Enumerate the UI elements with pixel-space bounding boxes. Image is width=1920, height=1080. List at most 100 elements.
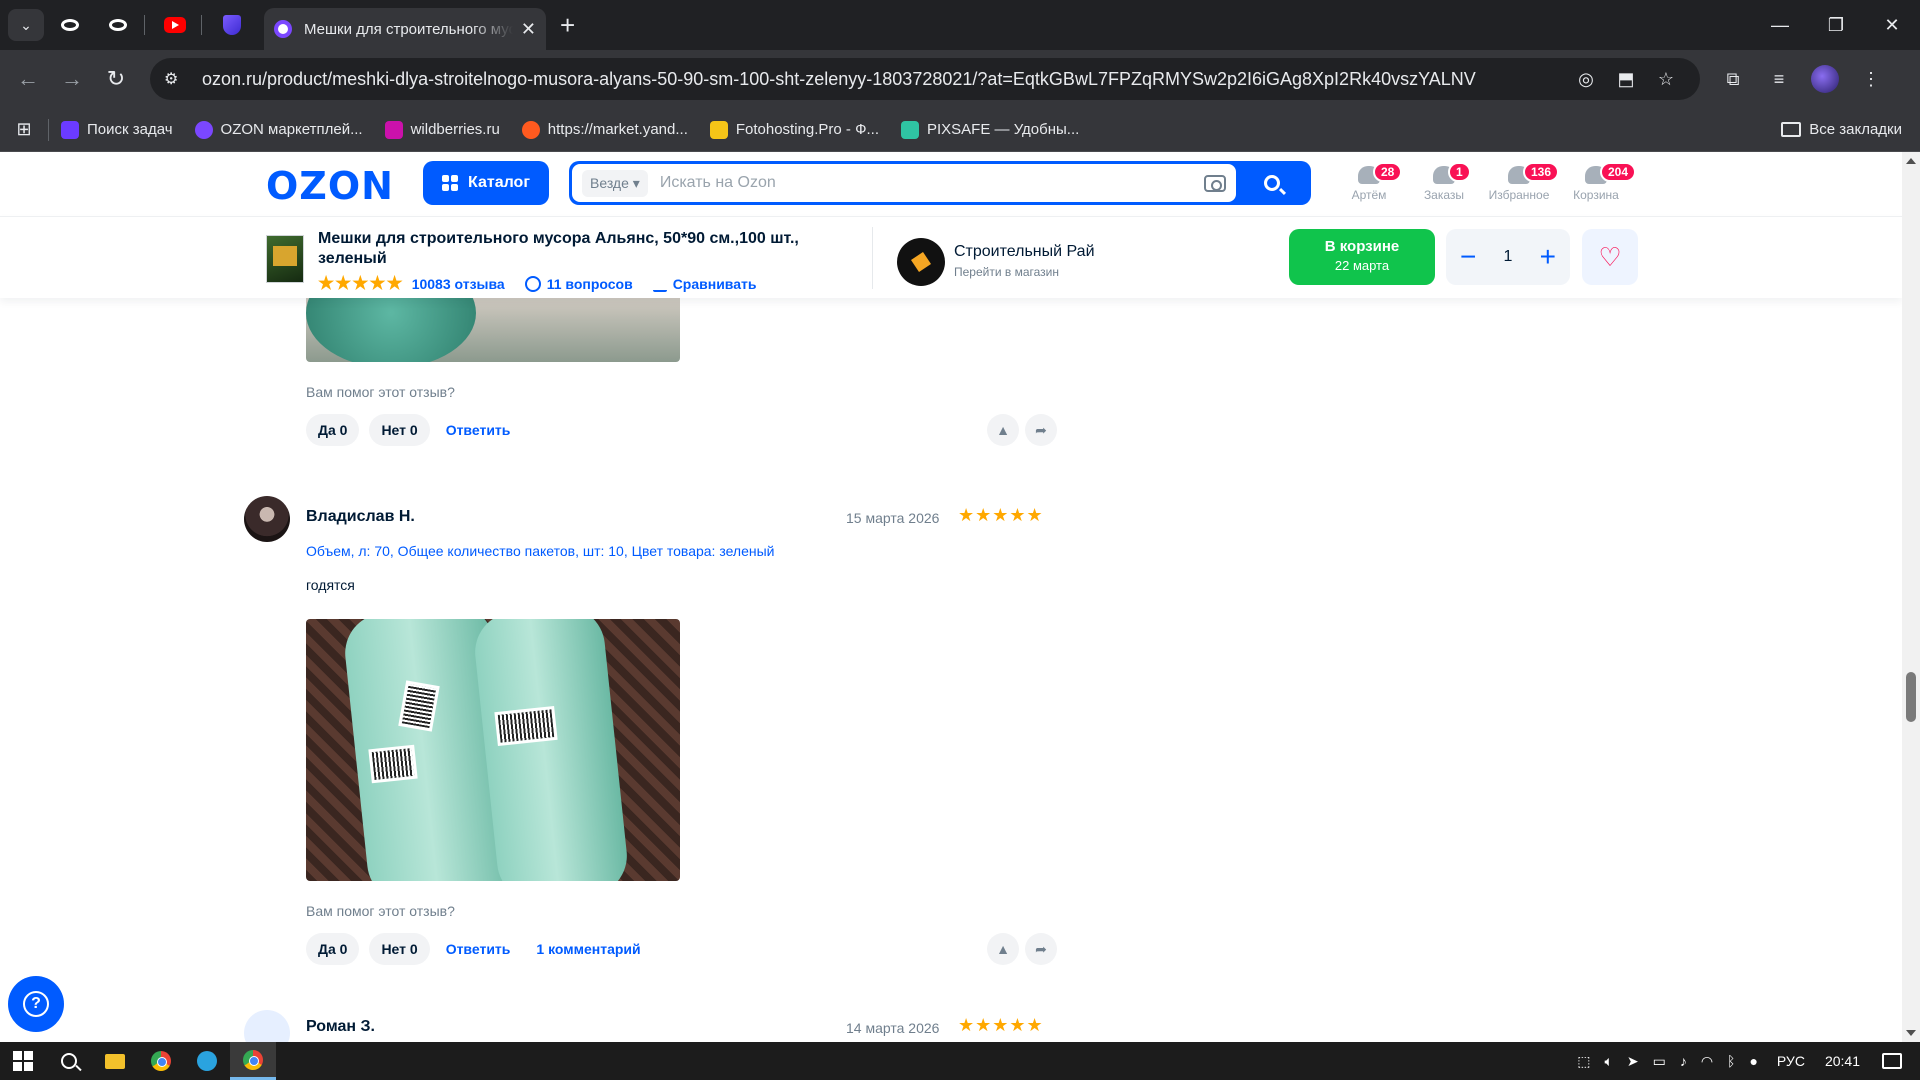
shop-link[interactable]: Перейти в магазин [954, 265, 1059, 279]
bluetooth-icon[interactable]: ᛒ [1727, 1053, 1735, 1069]
helpful-question: Вам помог этот отзыв? [306, 903, 455, 919]
search-icon [1264, 175, 1280, 191]
taskbar-chrome-active[interactable] [230, 1042, 276, 1080]
reply-button[interactable]: Ответить [446, 941, 511, 957]
taskbar-explorer[interactable] [92, 1042, 138, 1080]
review-photo[interactable] [306, 298, 680, 362]
close-tab-icon[interactable]: ✕ [521, 19, 536, 40]
notifications-icon[interactable] [1882, 1053, 1902, 1069]
vote-no-button[interactable]: Нет 0 [369, 414, 430, 446]
chrome-icon [151, 1051, 171, 1071]
media-controls-icon[interactable]: ≡ [1756, 69, 1802, 90]
help-button[interactable]: ? [8, 976, 64, 1032]
vote-no-button[interactable]: Нет 0 [369, 933, 430, 965]
header-orders[interactable]: 1 Заказы [1408, 162, 1480, 202]
header-cart[interactable]: 204 Корзина [1560, 162, 1637, 202]
site-header: OZON Каталог Везде ▾ 28 Артём 1 Заказы 1… [0, 152, 1902, 216]
eye-off-icon[interactable]: ◎ [1566, 69, 1606, 90]
install-app-icon[interactable]: ⬒ [1606, 69, 1646, 90]
pinned-tab-4[interactable] [210, 8, 254, 42]
profile-badge: 28 [1373, 162, 1403, 182]
share-icon[interactable]: ➦ [1025, 414, 1057, 446]
shop-logo[interactable] [897, 238, 945, 286]
decrease-button[interactable]: − [1460, 241, 1476, 273]
all-bookmarks-button[interactable]: Все закладки [1781, 121, 1902, 138]
more-menu-icon[interactable]: ⋮ [1848, 69, 1894, 90]
bookmark-item[interactable]: Fotohosting.Pro - Ф... [709, 120, 879, 139]
forward-button[interactable]: → [50, 59, 94, 99]
bookmark-item[interactable]: https://market.yand... [521, 120, 688, 139]
questions-link[interactable]: 11 вопросов [547, 276, 633, 292]
in-cart-button[interactable]: В корзине 22 марта [1289, 229, 1435, 285]
ozon-logo[interactable]: OZON [266, 164, 394, 208]
taskbar-telegram[interactable] [184, 1042, 230, 1080]
review-photo[interactable] [306, 619, 680, 881]
product-thumbnail[interactable] [266, 235, 304, 283]
favorites-badge: 136 [1523, 162, 1560, 182]
increase-button[interactable]: + [1540, 241, 1556, 273]
scroll-up-arrow-icon[interactable] [1906, 158, 1916, 164]
screen-snip-icon[interactable]: ⬚ [1577, 1053, 1590, 1070]
catalog-button[interactable]: Каталог [423, 161, 549, 205]
reply-button[interactable]: Ответить [446, 422, 511, 438]
profile-avatar-icon[interactable] [1811, 65, 1839, 93]
speaker-icon[interactable]: ♪ [1680, 1053, 1687, 1069]
folder-icon [1781, 122, 1802, 137]
bookmark-item[interactable]: PIXSAFE — Удобны... [901, 120, 1079, 139]
header-profile[interactable]: 28 Артём [1333, 162, 1405, 202]
avatar [244, 1010, 290, 1042]
bookmark-item[interactable]: wildberries.ru [384, 120, 500, 139]
bookmark-star-icon[interactable]: ☆ [1646, 69, 1686, 90]
address-bar[interactable]: ⚙ ozon.ru/product/meshki-dlya-stroitelno… [150, 58, 1700, 100]
telegram-tray-icon[interactable]: ➤ [1627, 1053, 1639, 1070]
volume-icon[interactable]: 🔈︎ [1604, 1053, 1612, 1070]
review-variant[interactable]: Объем, л: 70, Общее количество пакетов, … [306, 543, 775, 559]
bookmark-item[interactable]: Поиск задач [61, 120, 173, 139]
report-icon[interactable]: ▲ [987, 933, 1019, 965]
maximize-button[interactable]: ❐ [1808, 0, 1864, 50]
divider [872, 227, 873, 289]
site-settings-icon[interactable]: ⚙ [164, 69, 190, 89]
chrome-tray-icon[interactable]: ● [1749, 1053, 1757, 1069]
language-indicator[interactable]: РУС [1777, 1053, 1805, 1069]
scrollbar-thumb[interactable] [1906, 672, 1916, 722]
reload-button[interactable]: ↻ [94, 59, 138, 99]
cart-badge: 204 [1600, 162, 1637, 182]
minimize-button[interactable]: — [1752, 0, 1808, 50]
clock[interactable]: 20:41 [1825, 1053, 1860, 1069]
search-scope-select[interactable]: Везде ▾ [582, 169, 648, 197]
vote-yes-button[interactable]: Да 0 [306, 414, 360, 446]
camera-icon[interactable] [1204, 174, 1226, 192]
extensions-puzzle-icon[interactable]: ⧉ [1710, 69, 1756, 90]
shop-name[interactable]: Строительный Рай [954, 243, 1095, 261]
battery-icon[interactable]: ▭ [1653, 1053, 1666, 1070]
report-icon[interactable]: ▲ [987, 414, 1019, 446]
comments-link[interactable]: 1 комментарий [536, 941, 640, 957]
search-button[interactable] [1236, 164, 1308, 202]
compare-link[interactable]: Сравнивать [673, 276, 757, 292]
vote-yes-button[interactable]: Да 0 [306, 933, 360, 965]
scroll-down-arrow-icon[interactable] [1906, 1030, 1916, 1036]
search-input[interactable] [659, 174, 1204, 192]
tab-search-menu-button[interactable]: ⌄ [8, 9, 44, 41]
share-icon[interactable]: ➦ [1025, 933, 1057, 965]
new-tab-button[interactable]: + [560, 10, 575, 41]
tab-separator [144, 15, 145, 35]
back-button[interactable]: ← [6, 59, 50, 99]
favorite-button[interactable]: ♡ [1582, 229, 1638, 285]
start-button[interactable] [0, 1042, 46, 1080]
active-tab[interactable]: Мешки для строительного мусора ✕ [264, 8, 546, 50]
pinned-tab-youtube[interactable] [153, 8, 197, 42]
taskbar-chrome[interactable] [138, 1042, 184, 1080]
close-window-button[interactable]: ✕ [1864, 0, 1920, 50]
page-scrollbar[interactable] [1902, 152, 1920, 1042]
bookmark-item[interactable]: OZON маркетплей... [194, 120, 363, 139]
pinned-tab-1[interactable] [48, 8, 92, 42]
reviews-link[interactable]: 10083 отзыва [412, 276, 505, 292]
wifi-icon[interactable]: ◠ [1701, 1053, 1713, 1070]
header-favorites[interactable]: 136 Избранное [1483, 162, 1560, 202]
taskbar-search[interactable] [46, 1042, 92, 1080]
quantity-value: 1 [1503, 248, 1513, 265]
pinned-tab-2[interactable] [96, 8, 140, 42]
apps-grid-icon[interactable]: ⊞ [0, 119, 48, 140]
